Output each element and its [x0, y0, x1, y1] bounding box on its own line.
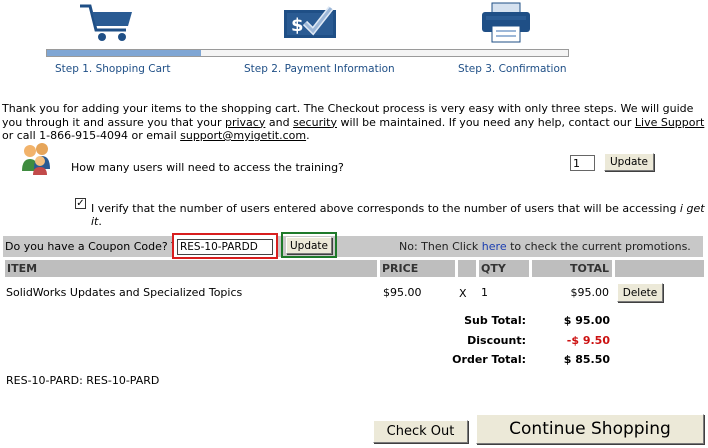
coupon-code-input[interactable] [177, 239, 273, 255]
user-count-input[interactable] [570, 155, 595, 171]
shopping-cart-icon [80, 4, 132, 41]
privacy-link[interactable]: privacy [225, 116, 265, 129]
payment-check-icon: $ [284, 6, 336, 38]
header-item: ITEM [5, 260, 377, 277]
verify-text: I verify that the number of users entere… [91, 202, 705, 228]
subtotal-value: $ 95.00 [563, 314, 610, 327]
check-out-button[interactable]: Check Out [373, 420, 468, 443]
header-total: TOTAL [532, 260, 612, 277]
order-total-value: $ 85.50 [563, 353, 610, 366]
header-x [458, 260, 476, 277]
security-link[interactable]: security [293, 116, 337, 129]
continue-shopping-button[interactable]: Continue Shopping [476, 414, 704, 444]
svg-text:$: $ [291, 15, 304, 36]
promotions-text: No: Then Click here to check the current… [399, 240, 691, 253]
item-price: $95.00 [383, 286, 422, 299]
step-1-label: Step 1. Shopping Cart [55, 63, 171, 75]
checkout-progress-bar [46, 49, 569, 57]
applied-coupon-note: RES-10-PARD: RES-10-PARD [6, 374, 160, 387]
verify-checkbox[interactable]: ✓ [75, 198, 86, 209]
users-group-icon [22, 143, 50, 175]
intro-text: Thank you for adding your items to the s… [2, 102, 705, 142]
coupon-highlight [172, 233, 278, 259]
item-qty: 1 [481, 286, 488, 299]
discount-label: Discount: [467, 334, 526, 347]
update-highlight: Update [281, 232, 337, 258]
subtotal-label: Sub Total: [464, 314, 526, 327]
support-email-link[interactable]: support@myigetit.com [180, 129, 306, 142]
coupon-question: Do you have a Coupon Code? Yes: [5, 240, 193, 253]
update-users-button[interactable]: Update [604, 153, 654, 171]
item-name: SolidWorks Updates and Specialized Topic… [6, 286, 243, 299]
promotions-link[interactable]: here [482, 240, 507, 253]
order-total-label: Order Total: [452, 353, 526, 366]
header-qty: QTY [479, 260, 529, 277]
step-2-label: Step 2. Payment Information [244, 63, 395, 75]
progress-fill [47, 50, 201, 56]
users-question: How many users will need to access the t… [71, 161, 344, 174]
discount-value: -$ 9.50 [566, 334, 610, 347]
header-action [615, 260, 704, 277]
delete-item-button[interactable]: Delete [617, 283, 663, 302]
step-3-label: Step 3. Confirmation [458, 63, 567, 75]
apply-coupon-button[interactable]: Update [286, 237, 332, 254]
item-total: $95.00 [570, 286, 610, 299]
header-price: PRICE [380, 260, 455, 277]
printer-icon [482, 2, 530, 43]
item-x: X [459, 287, 467, 300]
live-support-link[interactable]: Live Support [635, 116, 704, 129]
